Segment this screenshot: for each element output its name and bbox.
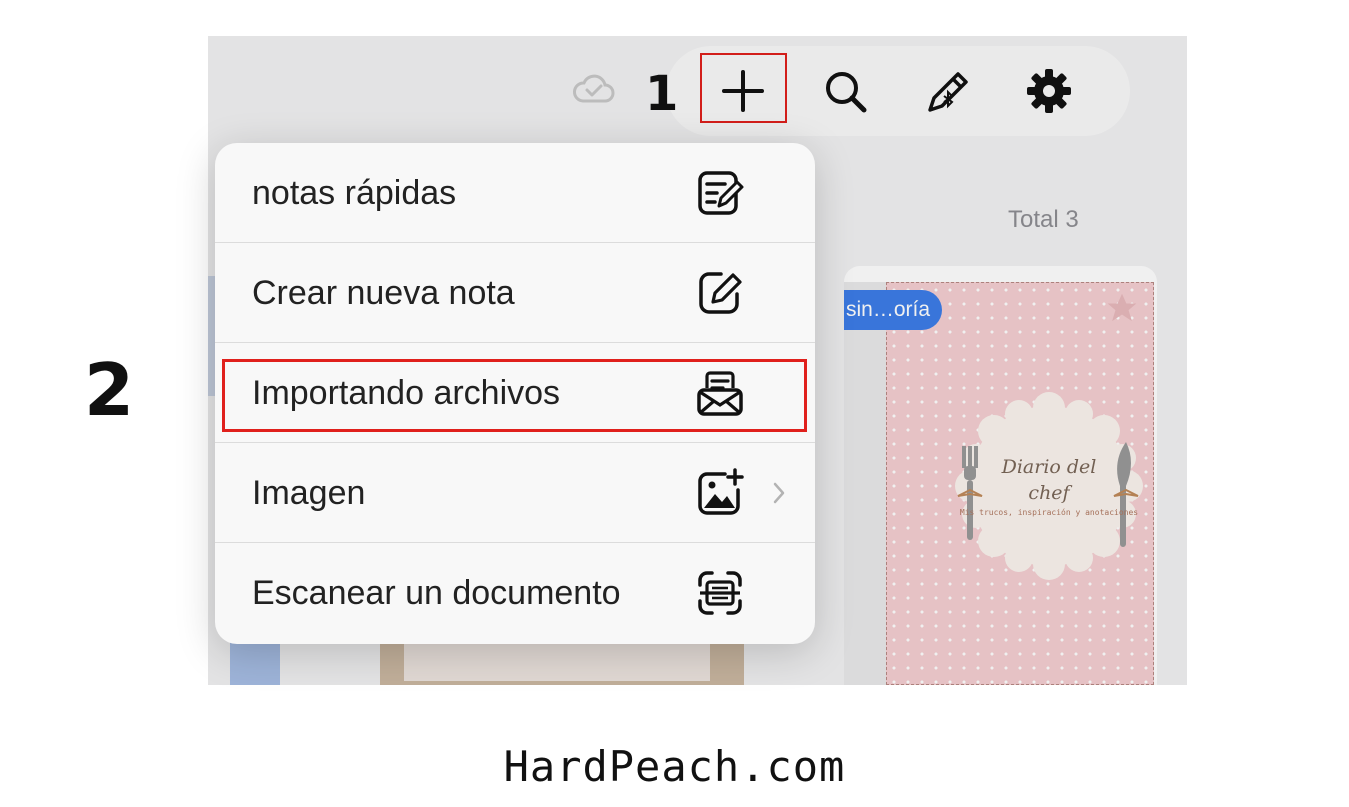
settings-button[interactable] xyxy=(1024,66,1074,116)
import-files-highlight xyxy=(222,359,807,432)
stylus-button[interactable] xyxy=(922,66,972,116)
menu-item-new-note[interactable]: Crear nueva nota xyxy=(215,243,815,343)
step-two-marker: 2 xyxy=(84,348,135,432)
notebook-cover-subtitle: Mis trucos, inspiración y anotaciones xyxy=(959,508,1139,517)
favorite-star-icon[interactable] xyxy=(1107,293,1137,323)
menu-item-quick-notes[interactable]: notas rápidas xyxy=(215,143,815,243)
quick-note-icon xyxy=(698,171,744,215)
step-one-marker: 1 xyxy=(645,66,679,122)
menu-item-image[interactable]: Imagen xyxy=(215,443,815,543)
notebook-count: Total 3 xyxy=(1008,206,1079,233)
menu-item-scan-document[interactable]: Escanear un documento xyxy=(215,543,815,643)
category-badge[interactable]: sin…oría xyxy=(844,290,943,330)
cloud-sync-icon[interactable] xyxy=(572,72,616,104)
search-button[interactable] xyxy=(820,66,870,116)
add-button-highlight xyxy=(700,53,787,123)
gear-icon xyxy=(1027,69,1071,113)
menu-item-label: Crear nueva nota xyxy=(252,274,515,312)
add-image-icon xyxy=(698,468,744,515)
notebook-spine xyxy=(844,282,888,685)
menu-item-label: Imagen xyxy=(252,474,366,512)
scan-document-icon xyxy=(698,571,742,615)
new-note-icon xyxy=(699,272,742,314)
site-watermark: HardPeach.com xyxy=(503,742,846,791)
search-icon xyxy=(826,72,867,113)
bluetooth-pen-icon xyxy=(928,72,968,112)
chevron-right-icon xyxy=(773,482,785,504)
menu-item-label: Escanear un documento xyxy=(252,574,621,612)
notebook-cover-title: Diario del chef xyxy=(1001,456,1097,504)
menu-item-label: notas rápidas xyxy=(252,174,457,212)
